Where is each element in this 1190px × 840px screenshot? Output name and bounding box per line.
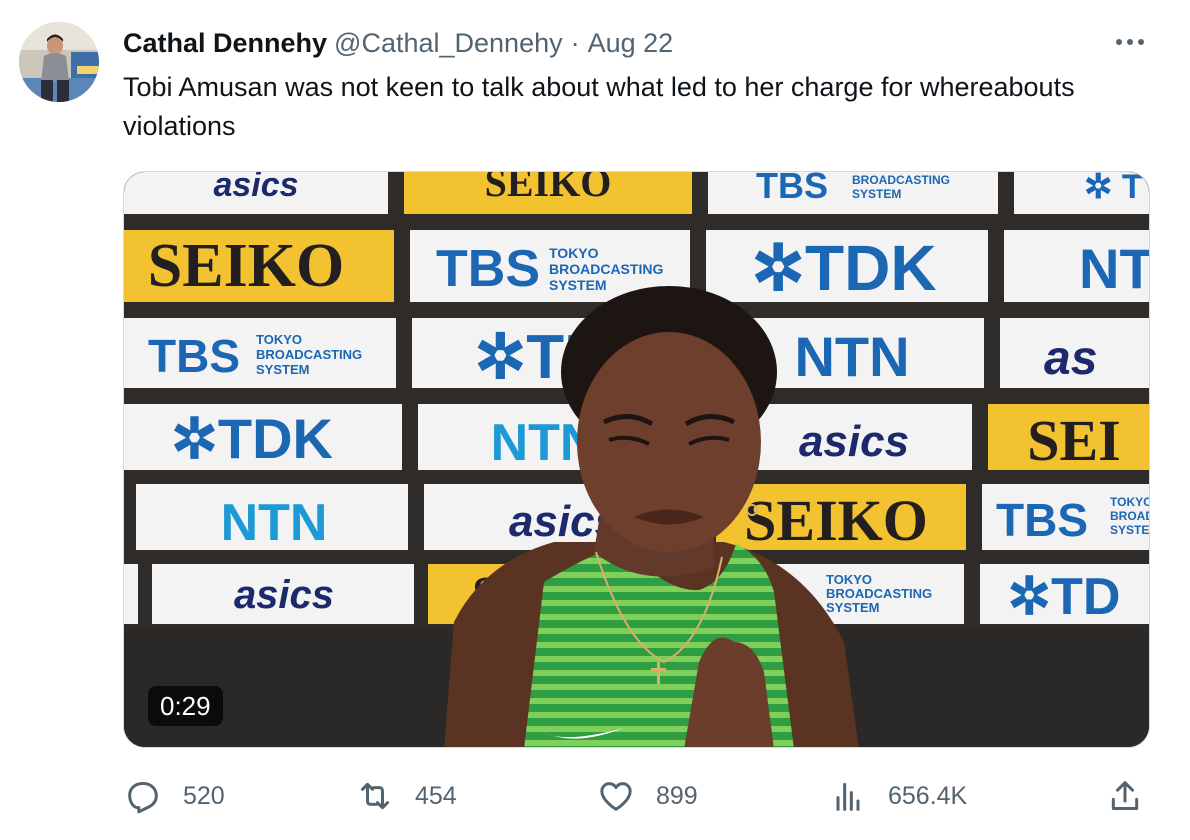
- svg-text:BROADCASTING: BROADCASTING: [256, 347, 362, 362]
- svg-text:✲TDK: ✲TDK: [171, 407, 333, 470]
- retweet-icon: [361, 782, 389, 810]
- svg-text:✲TDK: ✲TDK: [751, 232, 936, 304]
- tweet: Cathal Dennehy @Cathal_Dennehy · Aug 22 …: [0, 0, 1190, 840]
- tweet-header: Cathal Dennehy @Cathal_Dennehy · Aug 22: [123, 26, 673, 60]
- avatar-image: [19, 22, 99, 102]
- svg-text:BROADCASTING: BROADCASTING: [852, 173, 950, 187]
- svg-text:TBS: TBS: [756, 172, 828, 206]
- svg-text:TBS: TBS: [436, 240, 540, 298]
- tweet-actions: 520 454 899 656.4K: [123, 776, 1153, 816]
- video-duration-badge: 0:29: [148, 686, 223, 726]
- svg-text:SYSTE: SYSTE: [1110, 523, 1149, 537]
- author-handle[interactable]: @Cathal_Dennehy: [334, 28, 563, 59]
- svg-text:SYSTEM: SYSTEM: [826, 600, 879, 615]
- svg-text:SYSTEM: SYSTEM: [852, 187, 901, 201]
- svg-text:as: as: [1044, 332, 1097, 385]
- svg-text:TOKYO: TOKYO: [826, 572, 872, 587]
- svg-text:✲TD: ✲TD: [1008, 568, 1121, 626]
- svg-text:BROAD: BROAD: [1110, 509, 1150, 523]
- more-button[interactable]: [1110, 28, 1150, 56]
- tweet-date[interactable]: Aug 22: [588, 28, 674, 59]
- svg-text:SYSTEM: SYSTEM: [256, 362, 309, 377]
- video-player[interactable]: asics SEIKO TBS BROADCASTING SYSTEM ✲ T …: [123, 171, 1150, 748]
- retweet-button[interactable]: 454: [355, 776, 457, 816]
- svg-text:SEIKO: SEIKO: [485, 172, 612, 205]
- avatar[interactable]: [19, 22, 99, 102]
- svg-text:TOKYO: TOKYO: [549, 245, 599, 261]
- views-button[interactable]: 656.4K: [828, 776, 967, 816]
- svg-text:asics: asics: [213, 172, 298, 204]
- retweet-count: 454: [415, 781, 457, 810]
- reply-count: 520: [183, 781, 225, 810]
- svg-text:SEIKO: SEIKO: [148, 232, 344, 300]
- separator-dot: ·: [570, 27, 580, 58]
- svg-text:asics: asics: [799, 417, 909, 466]
- like-icon: [600, 782, 632, 811]
- tweet-text: Tobi Amusan was not keen to talk about w…: [123, 72, 1075, 141]
- like-count: 899: [656, 781, 698, 810]
- share-button[interactable]: [1105, 776, 1145, 816]
- like-button[interactable]: 899: [596, 776, 698, 816]
- svg-text:TOKYO: TOKYO: [1110, 495, 1150, 509]
- svg-text:✲ T: ✲ T: [1084, 172, 1143, 206]
- video-thumbnail: asics SEIKO TBS BROADCASTING SYSTEM ✲ T …: [124, 172, 1150, 747]
- svg-text:SEI: SEI: [1027, 408, 1121, 473]
- svg-text:NT: NT: [1079, 237, 1150, 300]
- svg-text:TBS: TBS: [148, 330, 240, 382]
- svg-text:SYSTEM: SYSTEM: [549, 277, 607, 293]
- author-display-name[interactable]: Cathal Dennehy: [123, 28, 327, 59]
- svg-text:SEIKO: SEIKO: [744, 488, 928, 553]
- views-icon: [836, 782, 860, 811]
- svg-text:NTN: NTN: [221, 494, 328, 552]
- svg-text:BROADCASTING: BROADCASTING: [826, 586, 932, 601]
- svg-text:asics: asics: [234, 573, 334, 617]
- reply-button[interactable]: 520: [123, 776, 225, 816]
- sponsor-row-0: asics SEIKO TBS BROADCASTING SYSTEM ✲ T: [124, 172, 1149, 214]
- share-icon: [1111, 781, 1139, 810]
- svg-text:TOKYO: TOKYO: [256, 332, 302, 347]
- more-icon: [1116, 39, 1144, 45]
- view-count: 656.4K: [888, 781, 968, 810]
- svg-text:TBS: TBS: [996, 494, 1088, 546]
- svg-text:BROADCASTING: BROADCASTING: [549, 261, 663, 277]
- svg-text:NTN: NTN: [794, 325, 909, 388]
- reply-icon: [128, 782, 158, 814]
